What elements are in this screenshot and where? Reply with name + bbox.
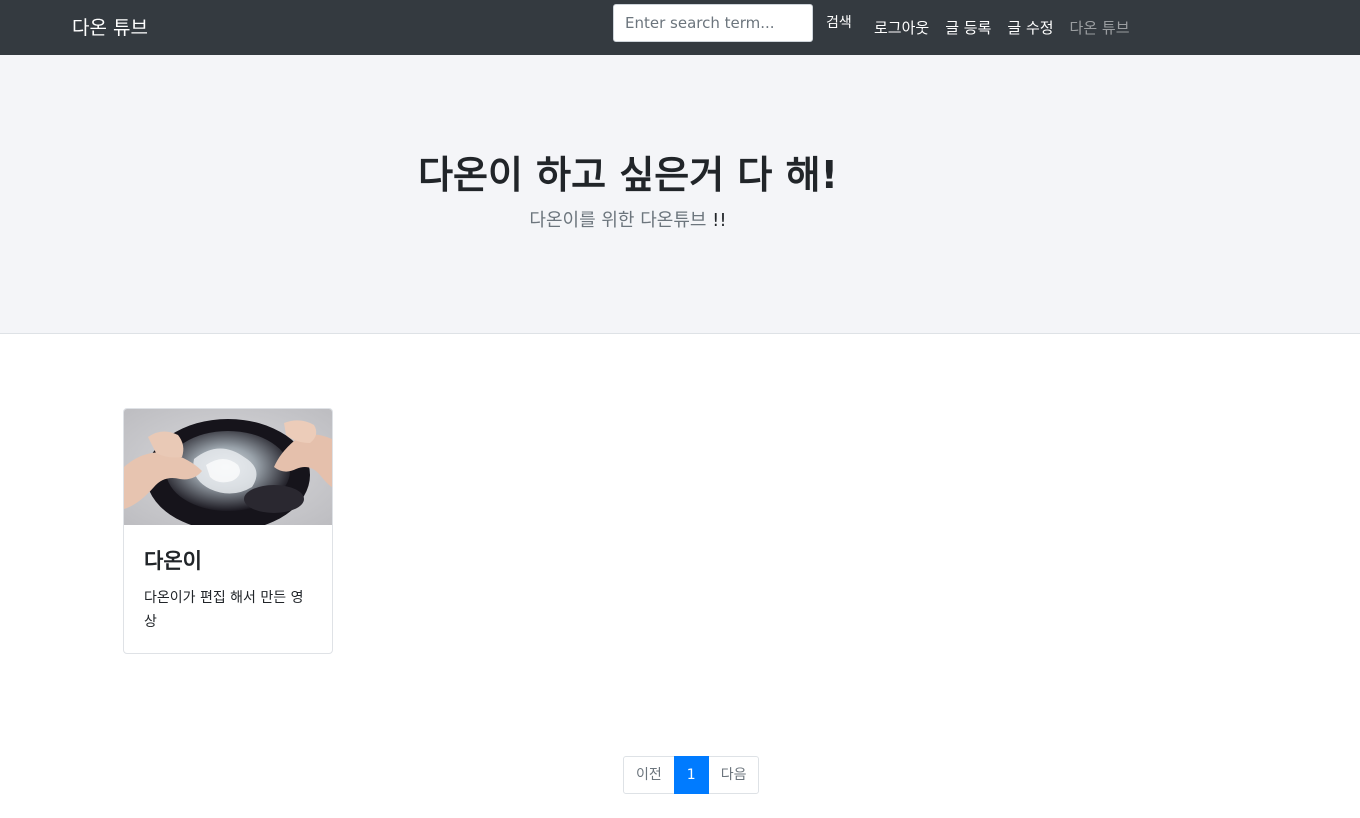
video-thumbnail-image xyxy=(124,409,332,525)
pagination-prev[interactable]: 이전 xyxy=(623,756,675,794)
pagination: 이전 1 다음 xyxy=(623,756,760,794)
nav-link-new-post[interactable]: 글 등록 xyxy=(937,3,999,53)
nav-link-edit-post[interactable]: 글 수정 xyxy=(999,3,1061,53)
top-navbar: 다온 튜브 검색 로그아웃 글 등록 글 수정 다온 튜브 xyxy=(0,0,1360,55)
search-button[interactable]: 검색 xyxy=(820,4,858,42)
navbar-brand[interactable]: 다온 튜브 xyxy=(72,13,148,40)
hero-subtitle-emphasis: !! xyxy=(712,210,727,231)
pagination-page-1[interactable]: 1 xyxy=(673,756,709,794)
hero-section: 다온이 하고 싶은거 다 해! 다온이를 위한 다온튜브 !! xyxy=(0,55,1360,334)
hero-title: 다온이 하고 싶은거 다 해! xyxy=(418,153,838,197)
nav-link-daon-tube[interactable]: 다온 튜브 xyxy=(1062,3,1138,53)
video-card[interactable]: 다온이 다온이가 편집 해서 만든 영상 xyxy=(123,408,333,654)
card-title[interactable]: 다온이 xyxy=(144,545,202,575)
hero-subtitle: 다온이를 위한 다온튜브 !! xyxy=(0,208,1256,234)
pagination-next[interactable]: 다음 xyxy=(707,756,760,794)
nav-links: 로그아웃 글 등록 글 수정 다온 튜브 xyxy=(866,0,1138,55)
card-description: 다온이가 편집 해서 만든 영상 xyxy=(144,590,304,630)
search-input[interactable] xyxy=(613,4,813,42)
nav-link-logout[interactable]: 로그아웃 xyxy=(866,3,937,53)
hero-subtitle-text: 다온이를 위한 다온튜브 xyxy=(529,210,707,231)
video-thumbnail[interactable] xyxy=(124,409,332,525)
